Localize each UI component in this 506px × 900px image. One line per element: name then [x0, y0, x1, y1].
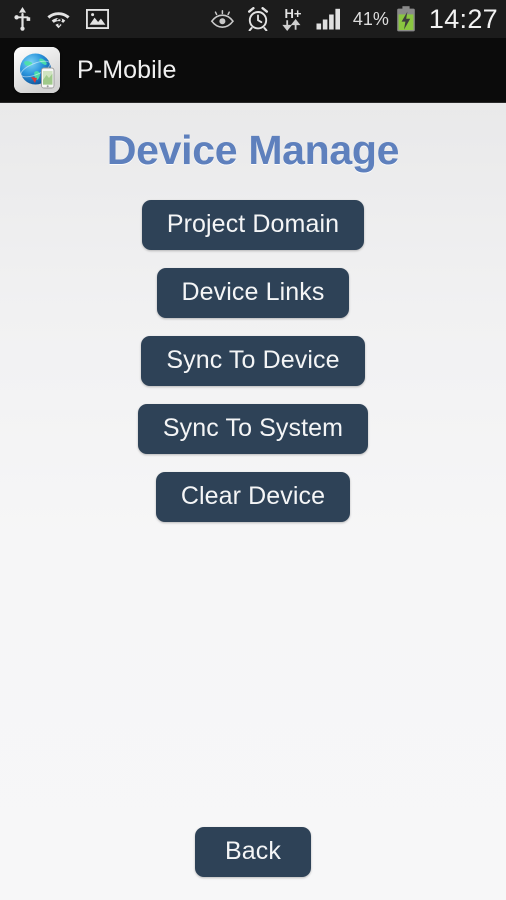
- phone-screen: ? H+ 41% 14:27 P-Mobile Device Manage Pr…: [0, 0, 506, 900]
- battery-percent-label: 41%: [352, 8, 389, 29]
- status-bar-clock: 14:27: [428, 3, 498, 34]
- device-manage-button-list: Project Domain Device Links Sync To Devi…: [137, 200, 369, 522]
- smart-stay-eye-icon: [210, 10, 235, 29]
- project-domain-button[interactable]: Project Domain: [141, 200, 365, 250]
- back-button[interactable]: Back: [195, 827, 311, 877]
- action-bar: P-Mobile: [0, 38, 506, 103]
- back-button-container: Back: [0, 827, 506, 877]
- sync-to-system-button[interactable]: Sync To System: [137, 404, 369, 454]
- battery-charging-icon: [396, 6, 416, 32]
- app-title: P-Mobile: [77, 55, 177, 84]
- alarm-clock-icon: [246, 6, 270, 32]
- device-links-button[interactable]: Device Links: [156, 268, 350, 318]
- wifi-question-icon: ?: [46, 9, 71, 29]
- svg-text:?: ?: [56, 17, 63, 29]
- main-content: Device Manage Project Domain Device Link…: [0, 103, 506, 900]
- usb-icon: [14, 7, 31, 31]
- status-bar: ? H+ 41% 14:27: [0, 0, 506, 38]
- clear-device-button[interactable]: Clear Device: [155, 472, 351, 522]
- screenshot-image-icon: [85, 8, 110, 30]
- globe-phone-app-icon: [14, 47, 60, 93]
- status-bar-left-icons: ?: [14, 7, 110, 31]
- hsdpa-data-icon: H+: [281, 6, 305, 32]
- sync-to-device-button[interactable]: Sync To Device: [141, 336, 365, 386]
- signal-bars-icon: [316, 8, 342, 30]
- status-bar-right-icons: H+ 41% 14:27: [210, 4, 498, 35]
- hsdpa-label: H+: [284, 6, 301, 21]
- page-title: Device Manage: [106, 127, 400, 173]
